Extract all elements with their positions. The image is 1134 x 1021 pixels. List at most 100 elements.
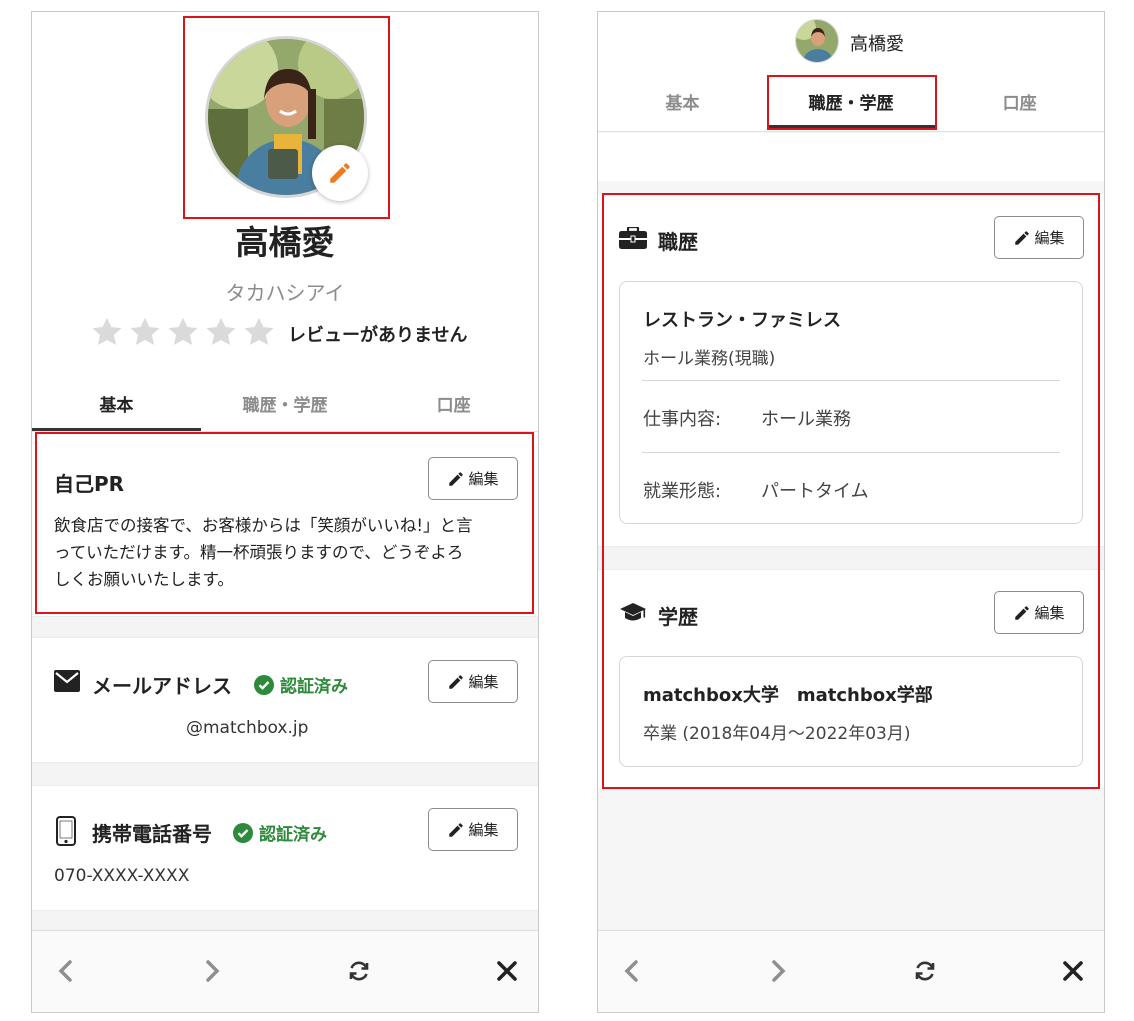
star-icon — [130, 317, 160, 346]
browser-nav-bar — [598, 930, 1104, 1012]
pencil-icon — [330, 163, 350, 183]
phone-section: 携帯電話番号 認証済み 編集 070-XXXX-XXXX — [32, 786, 538, 910]
career-section: 職歴 編集 レストラン・ファミレス ホール業務(現職) 仕事内容: ホール業務 … — [598, 195, 1104, 546]
divider — [642, 380, 1060, 381]
tab-career[interactable]: 職歴・学歴 — [767, 89, 936, 114]
mobile-phone-icon — [56, 816, 76, 846]
profile-name: 高橋愛 — [235, 223, 335, 262]
header-name: 高橋愛 — [850, 34, 904, 55]
header-avatar — [795, 19, 839, 63]
phone-value: 070-XXXX-XXXX — [54, 866, 190, 886]
education-section: 学歴 編集 matchbox大学 matchbox学部 卒業 (2018年04月… — [598, 570, 1104, 787]
tab-account[interactable]: 口座 — [935, 89, 1104, 114]
check-circle-icon — [254, 674, 274, 695]
avatar-photo — [796, 20, 838, 62]
email-value: @matchbox.jp — [186, 718, 309, 738]
education-edit-button[interactable]: 編集 — [994, 591, 1084, 634]
self-pr-line: しくお願いいたします。 — [54, 570, 234, 589]
profile-kana: タカハシアイ — [225, 281, 345, 305]
section-gap — [32, 762, 538, 786]
edit-label: 編集 — [1034, 604, 1065, 622]
close-icon — [497, 961, 517, 981]
pencil-icon — [1015, 605, 1030, 620]
reload-button[interactable] — [905, 951, 945, 991]
pencil-icon — [1015, 230, 1030, 245]
section-gap — [598, 546, 1104, 570]
no-review-text: レビューがありません — [288, 325, 468, 346]
close-button[interactable] — [1053, 951, 1093, 991]
star-icon — [206, 317, 236, 346]
close-button[interactable] — [487, 951, 527, 991]
chevron-right-icon — [206, 960, 220, 982]
header: 高橋愛 基本 職歴・学歴 口座 — [598, 12, 1104, 132]
self-pr-section: 自己PR 編集 飲食店での接客で、お客様からは「笑顔がいいね!」と言 っていただ… — [32, 432, 538, 616]
divider — [642, 452, 1060, 453]
career-edit-button[interactable]: 編集 — [994, 216, 1084, 259]
forward-button[interactable] — [192, 951, 232, 991]
close-icon — [1063, 961, 1083, 981]
tab-account[interactable]: 口座 — [369, 391, 538, 416]
employment-type-label: 就業形態: — [643, 481, 722, 502]
email-title: メールアドレス — [92, 674, 232, 698]
career-company: レストラン・ファミレス — [643, 310, 841, 331]
tab-basic[interactable]: 基本 — [598, 89, 767, 114]
graduation-cap-icon — [620, 603, 646, 621]
career-position: ホール業務(現職) — [643, 349, 776, 369]
check-circle-icon — [233, 822, 253, 843]
right-phone-screen: 高橋愛 基本 職歴・学歴 口座 職歴 編集 レストラン・ファミレス ホール業務(… — [597, 11, 1105, 1013]
self-pr-title: 自己PR — [54, 472, 125, 496]
education-school: matchbox大学 matchbox学部 — [643, 685, 933, 706]
career-title: 職歴 — [658, 230, 698, 254]
tab-basic[interactable]: 基本 — [32, 391, 201, 416]
back-button[interactable] — [46, 951, 86, 991]
chevron-left-icon — [624, 960, 638, 982]
spacer-area — [598, 133, 1104, 181]
refresh-icon — [915, 961, 935, 981]
phone-title: 携帯電話番号 — [92, 822, 212, 846]
self-pr-text: 飲食店での接客で、お客様からは「笑顔がいいね!」と言 っていただけます。精一杯頑… — [54, 512, 472, 593]
edit-label: 編集 — [1034, 229, 1065, 247]
self-pr-edit-button[interactable]: 編集 — [428, 457, 518, 500]
tab-career[interactable]: 職歴・学歴 — [201, 391, 370, 416]
chevron-left-icon — [58, 960, 72, 982]
rating-stars — [89, 314, 279, 350]
avatar-edit-button[interactable] — [312, 145, 368, 201]
forward-button[interactable] — [758, 951, 798, 991]
email-verified-badge: 認証済み — [254, 672, 348, 697]
phone-edit-button[interactable]: 編集 — [428, 808, 518, 851]
left-phone-screen: 高橋愛 タカハシアイ レビューがありません 基本 職歴・学歴 口座 自己PR 編… — [31, 11, 539, 1013]
mail-icon — [54, 670, 80, 692]
reload-button[interactable] — [339, 951, 379, 991]
edit-label: 編集 — [468, 470, 499, 488]
back-button[interactable] — [612, 951, 652, 991]
education-title: 学歴 — [658, 605, 698, 629]
self-pr-line: っていただけます。精一杯頑張りますので、どうぞよろ — [54, 543, 464, 562]
browser-nav-bar — [32, 930, 538, 1012]
chevron-right-icon — [772, 960, 786, 982]
job-content-label: 仕事内容: — [643, 409, 722, 430]
verified-label: 認証済み — [259, 825, 327, 845]
education-detail: 卒業 (2018年04月〜2022年03月) — [643, 724, 911, 744]
pencil-icon — [449, 822, 464, 837]
star-icon — [244, 317, 274, 346]
verified-label: 認証済み — [280, 677, 348, 697]
pencil-icon — [449, 471, 464, 486]
briefcase-icon — [619, 227, 647, 249]
profile-tabs: 基本 職歴・学歴 口座 — [32, 391, 538, 416]
self-pr-line: 飲食店での接客で、お客様からは「笑顔がいいね!」と言 — [54, 516, 473, 535]
active-tab-indicator — [768, 125, 936, 128]
refresh-icon — [349, 961, 369, 981]
profile-tabs: 基本 職歴・学歴 口座 — [598, 89, 1104, 114]
section-gap — [32, 616, 538, 638]
job-content-value: ホール業務 — [761, 409, 851, 430]
education-card: matchbox大学 matchbox学部 卒業 (2018年04月〜2022年… — [619, 656, 1083, 767]
employment-type-value: パートタイム — [761, 481, 869, 502]
star-icon — [92, 317, 122, 346]
section-gap — [32, 910, 538, 932]
star-icon — [168, 317, 198, 346]
pencil-icon — [449, 674, 464, 689]
email-edit-button[interactable]: 編集 — [428, 660, 518, 703]
edit-label: 編集 — [468, 821, 499, 839]
phone-verified-badge: 認証済み — [233, 820, 327, 845]
email-section: メールアドレス 認証済み 編集 @matchbox.jp — [32, 638, 538, 762]
